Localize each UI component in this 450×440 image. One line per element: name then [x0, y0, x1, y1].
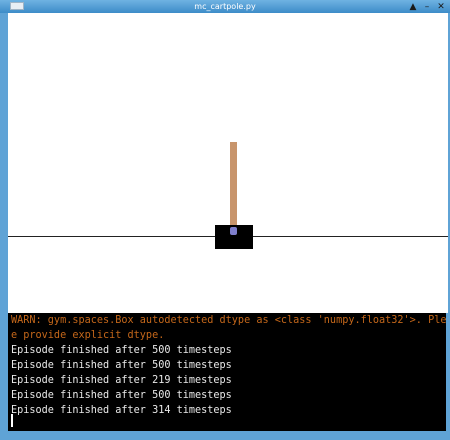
title-bar[interactable]: mc_cartpole.py ▲ – ✕: [0, 0, 450, 13]
output-line: Episode finished after 219 timesteps: [11, 375, 232, 386]
output-line: Episode finished after 314 timesteps: [11, 405, 232, 416]
app-window: mc_cartpole.py ▲ – ✕ WARN: gym.spaces.Bo…: [0, 0, 450, 440]
pole: [230, 142, 237, 236]
terminal-output[interactable]: WARN: gym.spaces.Box autodetected dtype …: [8, 313, 446, 431]
terminal-cursor: [11, 414, 13, 427]
shade-icon[interactable]: ▲: [408, 2, 418, 12]
window-title: mc_cartpole.py: [194, 2, 256, 11]
output-line: Episode finished after 500 timesteps: [11, 360, 232, 371]
window-controls: ▲ – ✕: [408, 0, 446, 13]
warning-line: WARN: gym.spaces.Box autodetected dtype …: [11, 315, 446, 326]
minimize-icon[interactable]: –: [422, 2, 432, 12]
output-line: Episode finished after 500 timesteps: [11, 390, 232, 401]
warning-line: e provide explicit dtype.: [11, 330, 165, 341]
axle: [230, 227, 237, 235]
close-icon[interactable]: ✕: [436, 2, 446, 12]
cartpole-render-canvas: [8, 13, 448, 313]
output-line: Episode finished after 500 timesteps: [11, 345, 232, 356]
